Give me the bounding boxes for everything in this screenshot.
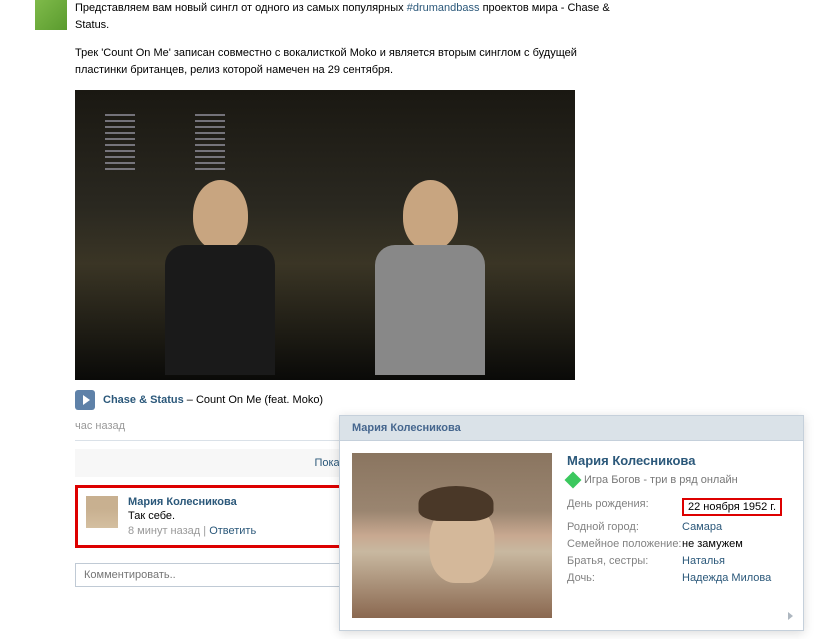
- play-button[interactable]: [75, 390, 95, 410]
- info-label: День рождения:: [567, 498, 682, 516]
- profile-name[interactable]: Мария Колесникова: [567, 453, 791, 468]
- profile-status[interactable]: Игра Богов - три в ряд онлайн: [567, 474, 791, 486]
- track-title: Count On Me (feat. Moko): [196, 394, 323, 406]
- popup-body: Мария Колесникова Игра Богов - три в ряд…: [340, 441, 803, 630]
- info-value: 22 ноября 1952 г.: [682, 498, 782, 516]
- info-row: Дочь:Надежда Милова: [567, 572, 791, 584]
- popup-header: Мария Колесникова: [340, 416, 803, 441]
- profile-details: День рождения:22 ноября 1952 г.Родной го…: [567, 498, 791, 584]
- gem-icon: [565, 472, 582, 489]
- track-info[interactable]: Chase & Status – Count On Me (feat. Moko…: [103, 394, 323, 406]
- info-label: Дочь:: [567, 572, 682, 584]
- post-text-block: Представляем вам новый сингл от одного и…: [75, 0, 615, 33]
- track-artist: Chase & Status: [103, 394, 184, 406]
- music-player: Chase & Status – Count On Me (feat. Moko…: [75, 390, 615, 410]
- info-label: Братья, сестры:: [567, 555, 682, 567]
- info-label: Родной город:: [567, 521, 682, 533]
- post-author-avatar[interactable]: [35, 0, 67, 30]
- reply-button[interactable]: Ответить: [209, 525, 256, 537]
- profile-info: Мария Колесникова Игра Богов - три в ряд…: [567, 453, 791, 618]
- info-row: Семейное положение:не замужем: [567, 538, 791, 550]
- info-value[interactable]: Надежда Милова: [682, 572, 771, 584]
- info-label: Семейное положение:: [567, 538, 682, 550]
- profile-popup: Мария Колесникова Мария Колесникова Игра…: [339, 415, 804, 631]
- info-row: Родной город:Самара: [567, 521, 791, 533]
- comment-avatar[interactable]: [86, 496, 118, 528]
- comment-time: 8 минут назад: [128, 525, 200, 537]
- post-image[interactable]: [75, 90, 575, 380]
- info-value[interactable]: Самара: [682, 521, 722, 533]
- status-text: Игра Богов - три в ряд онлайн: [584, 474, 738, 486]
- hashtag-link[interactable]: #drumandbass: [407, 2, 480, 14]
- chevron-right-icon[interactable]: [788, 612, 793, 620]
- info-value: не замужем: [682, 538, 743, 550]
- meta-separator: |: [200, 525, 209, 537]
- track-separator: –: [184, 394, 196, 406]
- birthday-highlight: 22 ноября 1952 г.: [682, 498, 782, 516]
- info-row: День рождения:22 ноября 1952 г.: [567, 498, 791, 516]
- profile-photo[interactable]: [352, 453, 552, 618]
- info-row: Братья, сестры:Наталья: [567, 555, 791, 567]
- post-text-1: Представляем вам новый сингл от одного и…: [75, 2, 407, 14]
- info-value[interactable]: Наталья: [682, 555, 725, 567]
- post-text-block-2: Трек 'Count On Me' записан совместно с в…: [75, 45, 615, 78]
